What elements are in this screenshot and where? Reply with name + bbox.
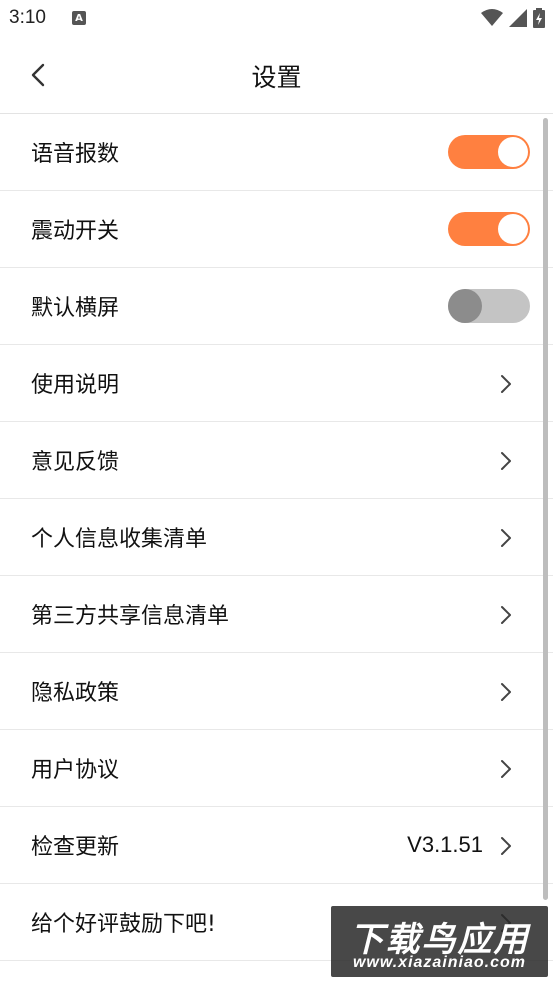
setting-label: 给个好评鼓励下吧! — [31, 912, 216, 937]
chevron-right-icon — [501, 760, 511, 778]
settings-screen: 3:10 A 设置 语音报数 震动开关 默认横屏 使用说明 意见反馈 个人信息收… — [0, 0, 553, 983]
wifi-icon — [481, 9, 503, 26]
setting-label: 意见反馈 — [31, 450, 120, 475]
setting-label: 震动开关 — [31, 219, 120, 244]
scrollbar[interactable] — [543, 118, 548, 900]
vibration-toggle[interactable] — [448, 212, 530, 246]
setting-row-privacy[interactable]: 隐私政策 — [0, 653, 553, 730]
setting-label: 语音报数 — [31, 142, 120, 167]
battery-charging-icon — [533, 8, 545, 28]
status-bar: 3:10 A — [0, 0, 553, 38]
watermark-title: 下载鸟应用 — [349, 920, 530, 960]
toggle-knob — [498, 137, 528, 167]
page-title: 设置 — [251, 63, 302, 92]
toggle-knob — [498, 214, 528, 244]
setting-label: 用户协议 — [31, 758, 120, 783]
settings-list: 语音报数 震动开关 默认横屏 使用说明 意见反馈 个人信息收集清单 第三方共享信… — [0, 114, 553, 961]
app-header: 设置 — [0, 38, 553, 114]
setting-label: 第三方共享信息清单 — [31, 604, 230, 629]
chevron-right-icon — [501, 452, 511, 470]
setting-row-landscape: 默认横屏 — [0, 268, 553, 345]
setting-row-instructions[interactable]: 使用说明 — [0, 345, 553, 422]
chevron-right-icon — [501, 375, 511, 393]
setting-row-check-update[interactable]: 检查更新 V3.1.51 — [0, 807, 553, 884]
version-value: V3.1.51 — [407, 832, 483, 857]
signal-icon — [509, 9, 527, 27]
toggle-knob — [448, 289, 482, 323]
voice-toggle[interactable] — [448, 135, 530, 169]
setting-label: 个人信息收集清单 — [31, 527, 208, 552]
setting-row-feedback[interactable]: 意见反馈 — [0, 422, 553, 499]
setting-label: 隐私政策 — [31, 681, 120, 706]
landscape-toggle[interactable] — [448, 289, 530, 323]
setting-label: 使用说明 — [31, 373, 120, 398]
setting-row-vibration: 震动开关 — [0, 191, 553, 268]
setting-row-personal-info[interactable]: 个人信息收集清单 — [0, 499, 553, 576]
setting-row-user-agreement[interactable]: 用户协议 — [0, 730, 553, 807]
status-time: 3:10 — [9, 7, 46, 28]
setting-row-third-party[interactable]: 第三方共享信息清单 — [0, 576, 553, 653]
watermark-logo: 下载鸟应用 www.xiazainiao.com — [331, 906, 548, 977]
setting-label: 默认横屏 — [31, 296, 120, 321]
setting-label: 检查更新 — [31, 835, 120, 860]
chevron-right-icon — [501, 837, 511, 855]
watermark-url: www.xiazainiao.com — [352, 954, 526, 971]
chevron-right-icon — [501, 683, 511, 701]
chevron-right-icon — [501, 529, 511, 547]
chevron-right-icon — [501, 606, 511, 624]
status-icons — [481, 8, 545, 28]
a-icon: A — [72, 11, 86, 25]
setting-row-voice: 语音报数 — [0, 114, 553, 191]
